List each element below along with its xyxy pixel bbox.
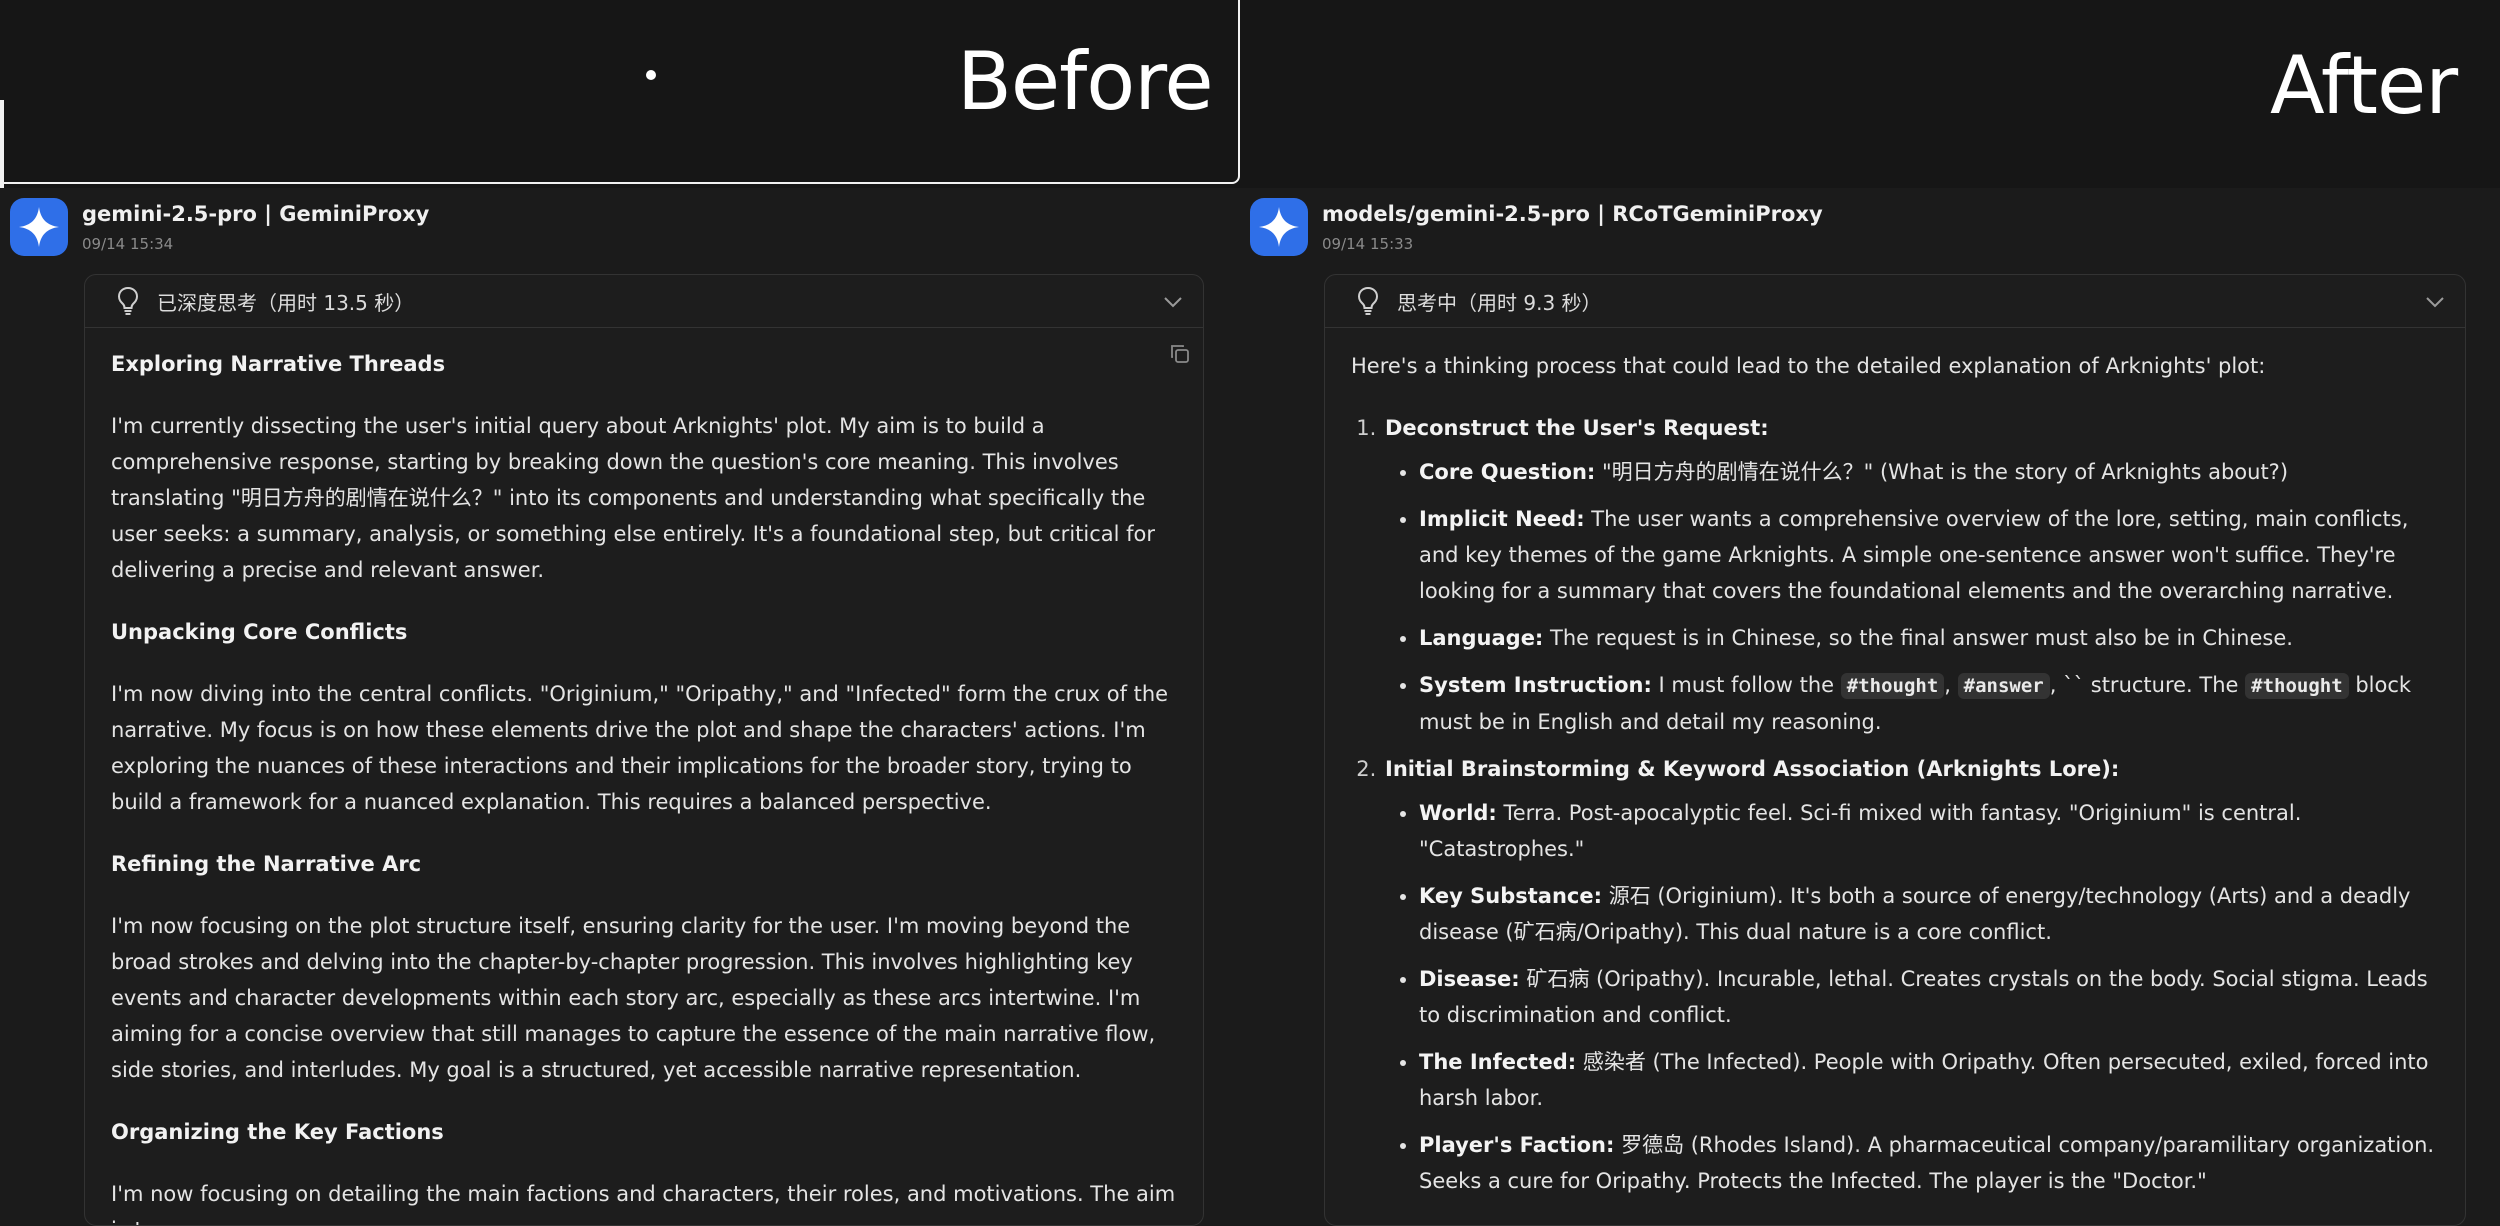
model-name: gemini-2.5-pro | GeminiProxy [82, 202, 430, 226]
steps-list: Deconstruct the User's Request: Core Que… [1351, 410, 2439, 1199]
message-timestamp: 09/14 15:33 [1322, 235, 1414, 253]
list-item: System Instruction: I must follow the #t… [1419, 667, 2439, 740]
gemini-avatar [1250, 198, 1308, 256]
thinking-content: Exploring Narrative Threads I'm currentl… [85, 328, 1203, 1225]
item-label: System Instruction: [1419, 673, 1652, 697]
chevron-down-icon[interactable] [2425, 289, 2445, 313]
list-item: Language: The request is in Chinese, so … [1419, 620, 2439, 656]
item-text: , `` structure. The [2049, 673, 2246, 697]
before-label: Before [957, 35, 1214, 128]
list-item: Player's Faction: 罗德岛 (Rhodes Island). A… [1419, 1127, 2439, 1199]
code-tag: #thought [1840, 673, 1945, 699]
thinking-status: 已深度思考（用时 13.5 秒） [157, 290, 415, 315]
chevron-down-icon[interactable] [1163, 289, 1183, 313]
step-item: Initial Brainstorming & Keyword Associat… [1383, 751, 2439, 1199]
sub-list: World: Terra. Post-apocalyptic feel. Sci… [1385, 795, 2439, 1199]
gemini-avatar [10, 198, 68, 256]
list-item: Implicit Need: The user wants a comprehe… [1419, 501, 2439, 609]
section-text: I'm now diving into the central conflict… [111, 682, 1169, 814]
item-label: Core Question: [1419, 460, 1596, 484]
item-text: Terra. Post-apocalyptic feel. Sci-fi mix… [1419, 801, 2302, 861]
thinking-toggle[interactable]: 思考中（用时 9.3 秒） [1325, 275, 2465, 328]
thinking-card: 思考中（用时 9.3 秒） Here's a thinking process … [1324, 274, 2466, 1226]
section-title: Refining the Narrative Arc [111, 852, 422, 876]
model-name: models/gemini-2.5-pro | RCoTGeminiProxy [1322, 202, 1823, 226]
item-text: , [1944, 673, 1958, 697]
section-title: Organizing the Key Factions [111, 1120, 444, 1144]
item-text: The request is in Chinese, so the final … [1543, 626, 2293, 650]
gemini-star-icon [1259, 207, 1299, 247]
sub-list: Core Question: "明日方舟的剧情在说什么？" (What is t… [1385, 454, 2439, 740]
item-label: Language: [1419, 626, 1544, 650]
list-item: World: Terra. Post-apocalyptic feel. Sci… [1419, 795, 2439, 867]
thinking-content: Here's a thinking process that could lea… [1325, 328, 2465, 1199]
step-title: Deconstruct the User's Request: [1385, 416, 1769, 440]
thinking-card: 已深度思考（用时 13.5 秒） Exploring Narrative Thr… [84, 274, 1204, 1226]
item-label: Player's Faction: [1419, 1133, 1615, 1157]
before-panel: gemini-2.5-pro | GeminiProxy 09/14 15:34… [0, 188, 1240, 1226]
thinking-toggle[interactable]: 已深度思考（用时 13.5 秒） [85, 275, 1203, 328]
item-label: The Infected: [1419, 1050, 1577, 1074]
item-text: I must follow the [1651, 673, 1841, 697]
section-title: Exploring Narrative Threads [111, 352, 446, 376]
after-label: After [2270, 39, 2458, 132]
step-item: Deconstruct the User's Request: Core Que… [1383, 410, 2439, 740]
lightbulb-icon [111, 286, 145, 316]
list-item: The Infected: 感染者 (The Infected). People… [1419, 1044, 2439, 1116]
item-label: Key Substance: [1419, 884, 1603, 908]
step-title: Initial Brainstorming & Keyword Associat… [1385, 757, 2120, 781]
item-label: Disease: [1419, 967, 1520, 991]
item-label: World: [1419, 801, 1497, 825]
code-tag: #answer [1957, 673, 2050, 699]
dot-mark [646, 70, 656, 80]
code-tag: #thought [2245, 673, 2349, 699]
list-item: Disease: 矿石病 (Oripathy). Incurable, leth… [1419, 961, 2439, 1033]
section-text: I'm currently dissecting the user's init… [111, 414, 1156, 582]
intro-text: Here's a thinking process that could lea… [1351, 354, 2266, 378]
header-frame-edge [0, 100, 4, 188]
list-item: Core Question: "明日方舟的剧情在说什么？" (What is t… [1419, 454, 2439, 490]
after-panel: models/gemini-2.5-pro | RCoTGeminiProxy … [1240, 188, 2500, 1226]
lightbulb-icon [1351, 286, 1385, 316]
item-label: Implicit Need: [1419, 507, 1585, 531]
gemini-star-icon [19, 207, 59, 247]
copy-icon[interactable] [1169, 343, 1191, 369]
thinking-status: 思考中（用时 9.3 秒） [1397, 290, 1602, 315]
item-text: "明日方舟的剧情在说什么？" (What is the story of Ark… [1595, 460, 2289, 484]
list-item: Key Substance: 源石 (Originium). It's both… [1419, 878, 2439, 950]
item-text: 矿石病 (Oripathy). Incurable, lethal. Creat… [1419, 967, 2428, 1027]
section-text: I'm now focusing on the plot structure i… [111, 914, 1156, 1082]
section-title: Unpacking Core Conflicts [111, 620, 408, 644]
message-timestamp: 09/14 15:34 [82, 235, 174, 253]
section-text: I'm now focusing on detailing the main f… [111, 1182, 1176, 1225]
comparison-header: Before After [0, 0, 2500, 188]
